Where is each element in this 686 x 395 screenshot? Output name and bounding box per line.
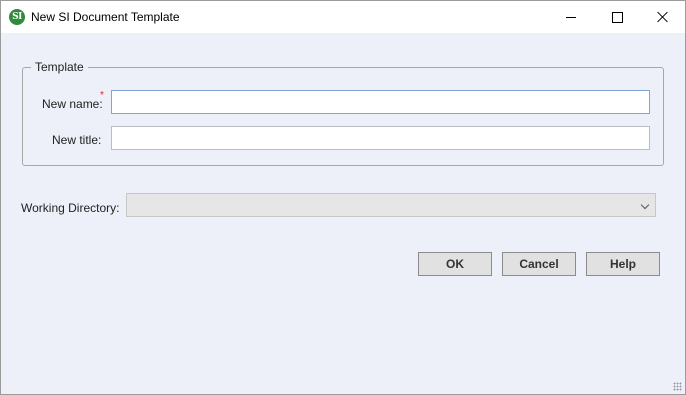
window-title: New SI Document Template: [31, 10, 180, 24]
template-group: Template: [22, 60, 664, 166]
minimize-button[interactable]: [548, 1, 594, 33]
ok-button[interactable]: OK: [418, 252, 492, 276]
template-group-legend: Template: [31, 60, 88, 74]
app-logo-icon: SI: [9, 9, 25, 25]
maximize-icon: [611, 11, 623, 23]
new-title-input[interactable]: [111, 126, 650, 150]
title-bar[interactable]: SI New SI Document Template: [1, 1, 685, 33]
resize-grip-icon[interactable]: [673, 382, 682, 391]
close-button[interactable]: [640, 1, 686, 33]
working-directory-label: Working Directory:: [21, 201, 120, 215]
minimize-icon: [566, 16, 576, 18]
dialog-window: SI New SI Document Template Template New…: [0, 0, 686, 395]
help-button[interactable]: Help: [586, 252, 660, 276]
required-marker: *: [100, 90, 104, 101]
maximize-button[interactable]: [594, 1, 640, 33]
close-icon: [657, 11, 669, 23]
new-name-label: New name:: [42, 97, 103, 111]
working-directory-dropdown[interactable]: [126, 193, 656, 217]
chevron-down-icon: [640, 200, 650, 210]
cancel-button[interactable]: Cancel: [502, 252, 576, 276]
new-name-input[interactable]: [111, 90, 650, 114]
new-title-label: New title:: [52, 133, 102, 147]
